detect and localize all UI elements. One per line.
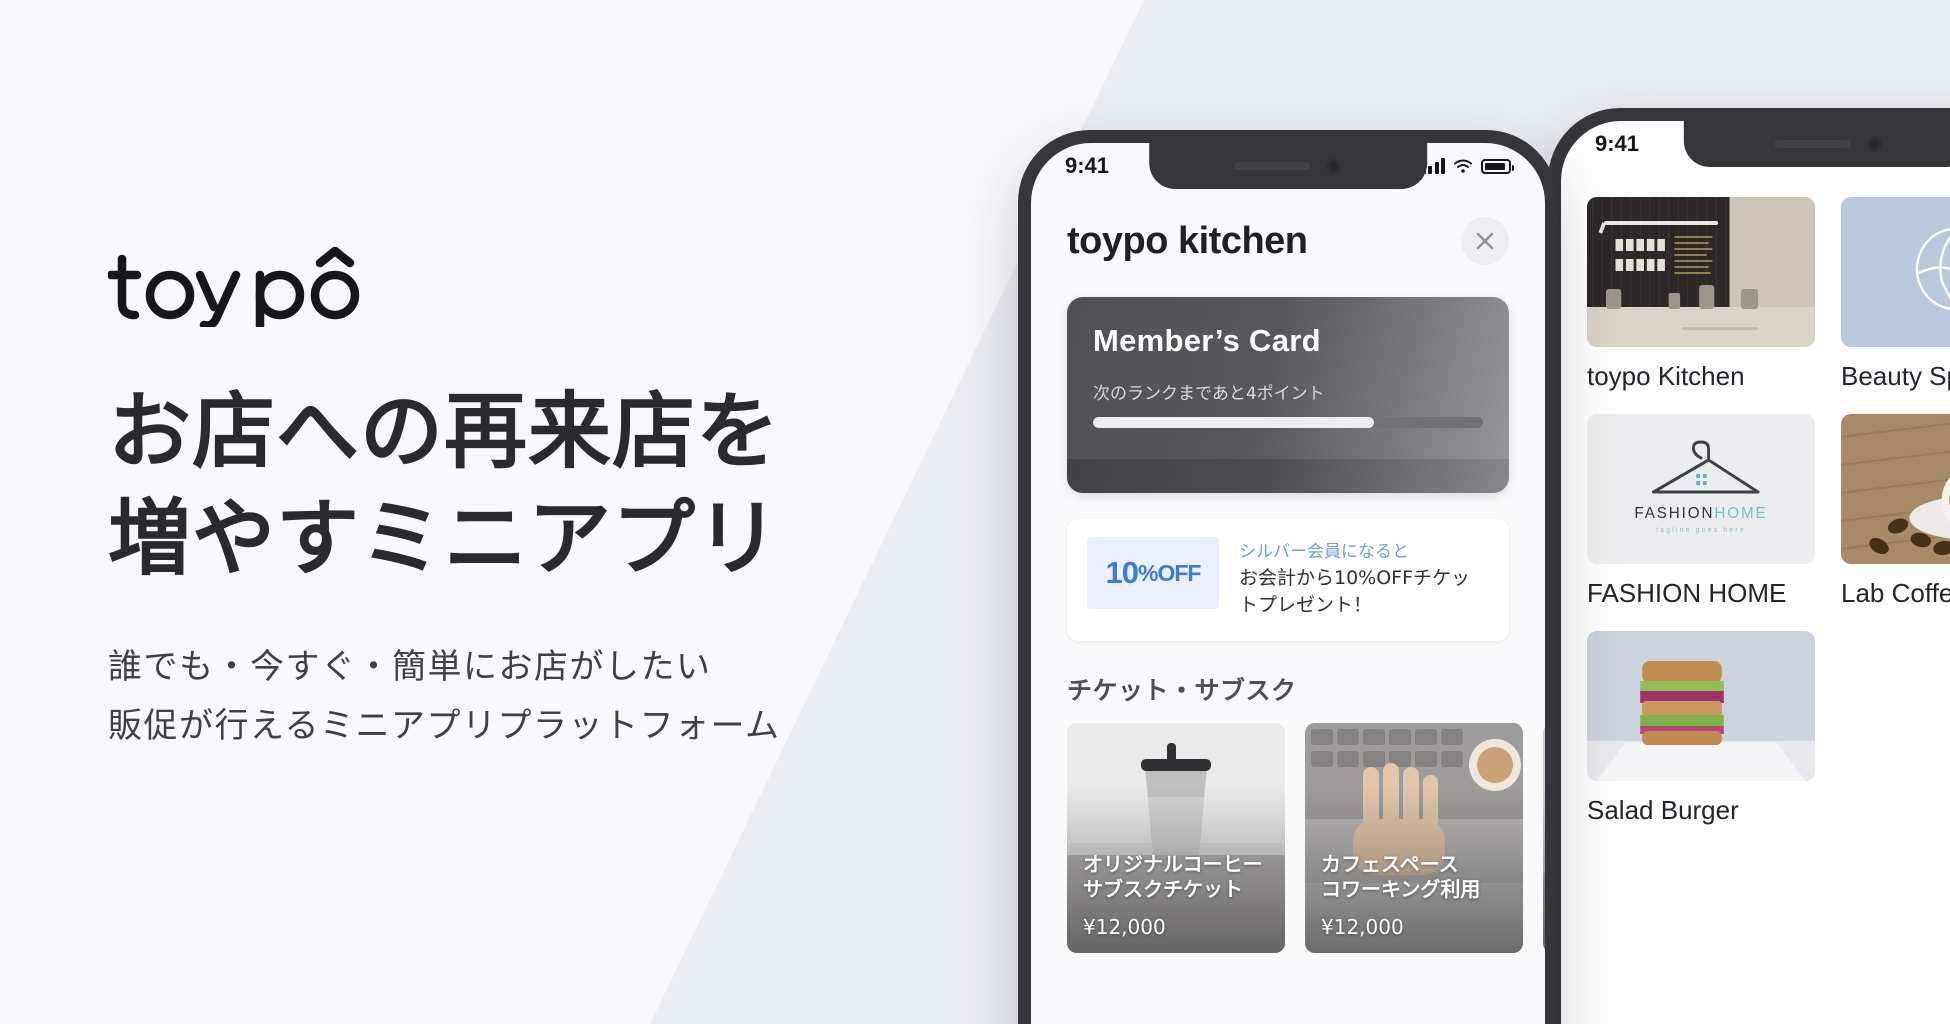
store-name: Salad Burger <box>1587 795 1739 825</box>
phone-back-screen: 9:41 toypo Kitchen Beauty S FASHIONHOME … <box>1561 121 1950 1024</box>
subcopy-line-2: 販促が行えるミニアプリプラットフォーム <box>108 706 781 747</box>
ticket-card[interactable]: デリバリー 10%割引 ¥12,000 <box>1543 722 1545 953</box>
phone-mockup-store-list: 9:41 toypo Kitchen Beauty S FASHIONHOME … <box>1548 108 1950 1024</box>
ticket-name: オリジナルコーヒー サブスクチケット <box>1083 852 1269 902</box>
tickets-carousel[interactable]: オリジナルコーヒー サブスクチケット ¥12,000 カフェスペース コワーキン… <box>1031 722 1545 953</box>
store-thumbnail-salad-burger <box>1587 631 1815 781</box>
members-card-subtitle: 次のランクまであと4ポイント <box>1093 384 1325 404</box>
ticket-name-line-1: カフェスペース <box>1321 851 1459 876</box>
store-name: Lab Coffee <box>1841 578 1950 608</box>
rank-progress-bar <box>1093 417 1483 428</box>
ticket-price: ¥12,000 <box>1083 914 1166 939</box>
subcopy-line-1: 誰でも・今すぐ・簡単にお店がしたい <box>108 646 712 687</box>
coupon-discount-badge: 10 %OFF <box>1087 537 1219 609</box>
members-card-title: Member’s Card <box>1093 323 1321 358</box>
svg-text:FASHIONHOME: FASHIONHOME <box>1634 505 1767 522</box>
status-icons <box>1421 158 1514 174</box>
front-camera-icon <box>1866 136 1882 152</box>
store-thumbnail-fashion-home: FASHIONHOME tagline goes here <box>1587 414 1815 564</box>
store-thumbnail-lab-coffee <box>1841 414 1950 564</box>
store-card[interactable]: toypo Kitchen <box>1587 197 1815 392</box>
store-thumbnail-cafe-counter <box>1587 197 1815 347</box>
headline-line-2: 増やすミニアプリ <box>108 489 780 587</box>
store-name: toypo Kitchen <box>1587 361 1745 391</box>
phone-mockup-shop-detail: 9:41 toypo kitchen Member’s Card 次のランクまで… <box>1018 130 1558 1024</box>
status-time: 9:41 <box>1595 131 1640 156</box>
ticket-name-line-1: オリジナルコーヒー <box>1083 851 1263 876</box>
ticket-price: ¥12,000 <box>1321 914 1404 939</box>
tickets-section-title: チケット・サブスク <box>1067 675 1297 705</box>
toypo-logo <box>108 247 928 328</box>
store-card[interactable]: FASHIONHOME tagline goes here FASHION HO… <box>1587 414 1815 609</box>
phone-notch <box>1149 143 1427 189</box>
hero-subcopy: 誰でも・今すぐ・簡単にお店がしたい 販促が行えるミニアプリプラットフォーム <box>108 638 928 757</box>
coupon-card[interactable]: 10 %OFF シルバー会員になると お会計から10%OFFチケットプレゼント！ <box>1067 519 1509 641</box>
front-camera-icon <box>1326 158 1342 174</box>
speaker-grill-icon <box>1774 140 1851 148</box>
coupon-body: シルバー会員になると お会計から10%OFFチケットプレゼント！ <box>1239 537 1489 619</box>
page-title: お店への再来店を 増やすミニアプリ <box>108 379 928 591</box>
ticket-card[interactable]: カフェスペース コワーキング利用 ¥12,000 <box>1305 722 1523 953</box>
shop-name: toypo kitchen <box>1067 219 1308 262</box>
store-thumbnail-spa-flower <box>1841 197 1950 347</box>
store-grid: toypo Kitchen Beauty Sp <box>1561 121 1950 826</box>
close-button[interactable] <box>1461 217 1509 265</box>
coupon-badge-number: 10 <box>1105 555 1139 590</box>
status-time: 9:41 <box>1065 153 1110 178</box>
speaker-grill-icon <box>1234 162 1311 170</box>
store-name: Beauty Spa Flow <box>1841 361 1950 391</box>
store-card[interactable]: Lab Coffee <box>1841 414 1950 609</box>
hero-section: お店への再来店を 増やすミニアプリ 誰でも・今すぐ・簡単にお店がしたい 販促が行… <box>108 0 928 1024</box>
coupon-badge-suffix: %OFF <box>1138 559 1201 586</box>
ticket-image-overlay <box>1543 722 1545 953</box>
ticket-name-line-2: コワーキング利用 <box>1321 876 1481 901</box>
phone-front-screen: 9:41 toypo kitchen Member’s Card 次のランクまで… <box>1031 143 1545 1024</box>
ticket-name: カフェスペース コワーキング利用 <box>1321 852 1507 902</box>
headline-line-1: お店への再来店を <box>108 383 780 481</box>
coupon-tag: シルバー会員になると <box>1239 542 1409 562</box>
store-card[interactable]: Beauty Spa Flow <box>1841 197 1950 392</box>
ticket-name-line-2: サブスクチケット <box>1083 876 1243 901</box>
store-name: FASHION HOME <box>1587 578 1787 608</box>
members-card[interactable]: Member’s Card 次のランクまであと4ポイント <box>1067 297 1509 493</box>
coupon-description: お会計から10%OFFチケットプレゼント！ <box>1239 567 1471 616</box>
rank-progress-fill <box>1093 417 1374 428</box>
store-card[interactable]: Salad Burger <box>1587 631 1815 826</box>
close-icon <box>1476 232 1494 250</box>
wifi-icon <box>1454 159 1472 173</box>
ticket-card[interactable]: オリジナルコーヒー サブスクチケット ¥12,000 <box>1067 722 1285 953</box>
phone-notch <box>1683 121 1950 167</box>
battery-icon <box>1481 159 1514 174</box>
svg-text:tagline goes here: tagline goes here <box>1656 527 1746 534</box>
